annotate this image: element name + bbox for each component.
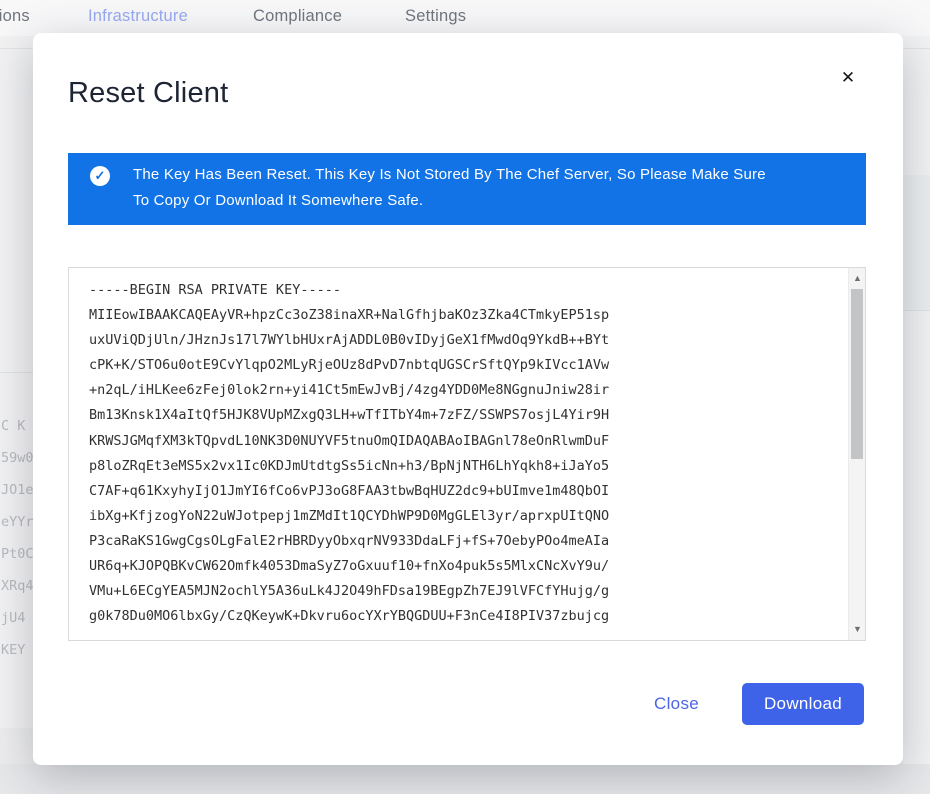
divider bbox=[903, 48, 930, 49]
check-circle-icon: ✓ bbox=[90, 166, 110, 186]
reset-client-modal: Reset Client ✕ ✓ The Key Has Been Reset.… bbox=[33, 33, 903, 765]
background-bottom bbox=[0, 764, 930, 794]
background-key-fragment: Pt0C bbox=[1, 546, 34, 562]
background-key-fragment: jU4 bbox=[1, 610, 25, 626]
scroll-down-icon[interactable]: ▼ bbox=[849, 621, 866, 638]
background-key-fragment: C K bbox=[1, 418, 25, 434]
private-key-box[interactable]: -----BEGIN RSA PRIVATE KEY----- MIIEowIB… bbox=[68, 267, 866, 641]
background-key-fragment: XRq4 bbox=[1, 578, 34, 594]
nav-item-applications[interactable]: tions bbox=[0, 7, 30, 26]
nav-item-compliance[interactable]: Compliance bbox=[253, 7, 342, 26]
divider bbox=[0, 48, 33, 49]
divider bbox=[903, 310, 930, 311]
nav-item-infrastructure[interactable]: Infrastructure bbox=[88, 7, 188, 26]
background-key-fragment: JO1e bbox=[1, 482, 34, 498]
background-key-fragment: KEY bbox=[1, 642, 25, 658]
banner-message: The Key Has Been Reset. This Key Is Not … bbox=[133, 162, 773, 214]
scrollbar-thumb[interactable] bbox=[851, 289, 863, 459]
close-icon[interactable]: ✕ bbox=[837, 67, 859, 89]
top-navigation: tions Infrastructure Compliance Settings bbox=[0, 0, 930, 36]
close-button[interactable]: Close bbox=[654, 694, 699, 714]
background-right-content bbox=[903, 36, 930, 794]
modal-title: Reset Client bbox=[68, 77, 228, 110]
background-key-fragment: 59w0 bbox=[1, 450, 34, 466]
divider bbox=[0, 372, 33, 373]
background-left-content: C K 59w0 JO1e eYYr Pt0C XRq4 jU4 KEY bbox=[0, 36, 33, 728]
scroll-up-icon[interactable]: ▲ bbox=[849, 270, 866, 287]
private-key-text[interactable]: -----BEGIN RSA PRIVATE KEY----- MIIEowIB… bbox=[89, 278, 841, 636]
success-banner: ✓ The Key Has Been Reset. This Key Is No… bbox=[68, 153, 866, 225]
scrollbar[interactable]: ▲ ▼ bbox=[848, 268, 865, 640]
download-button[interactable]: Download bbox=[742, 683, 864, 725]
nav-item-settings[interactable]: Settings bbox=[405, 7, 466, 26]
background-section bbox=[903, 175, 930, 310]
background-key-fragment: eYYr bbox=[1, 514, 34, 530]
